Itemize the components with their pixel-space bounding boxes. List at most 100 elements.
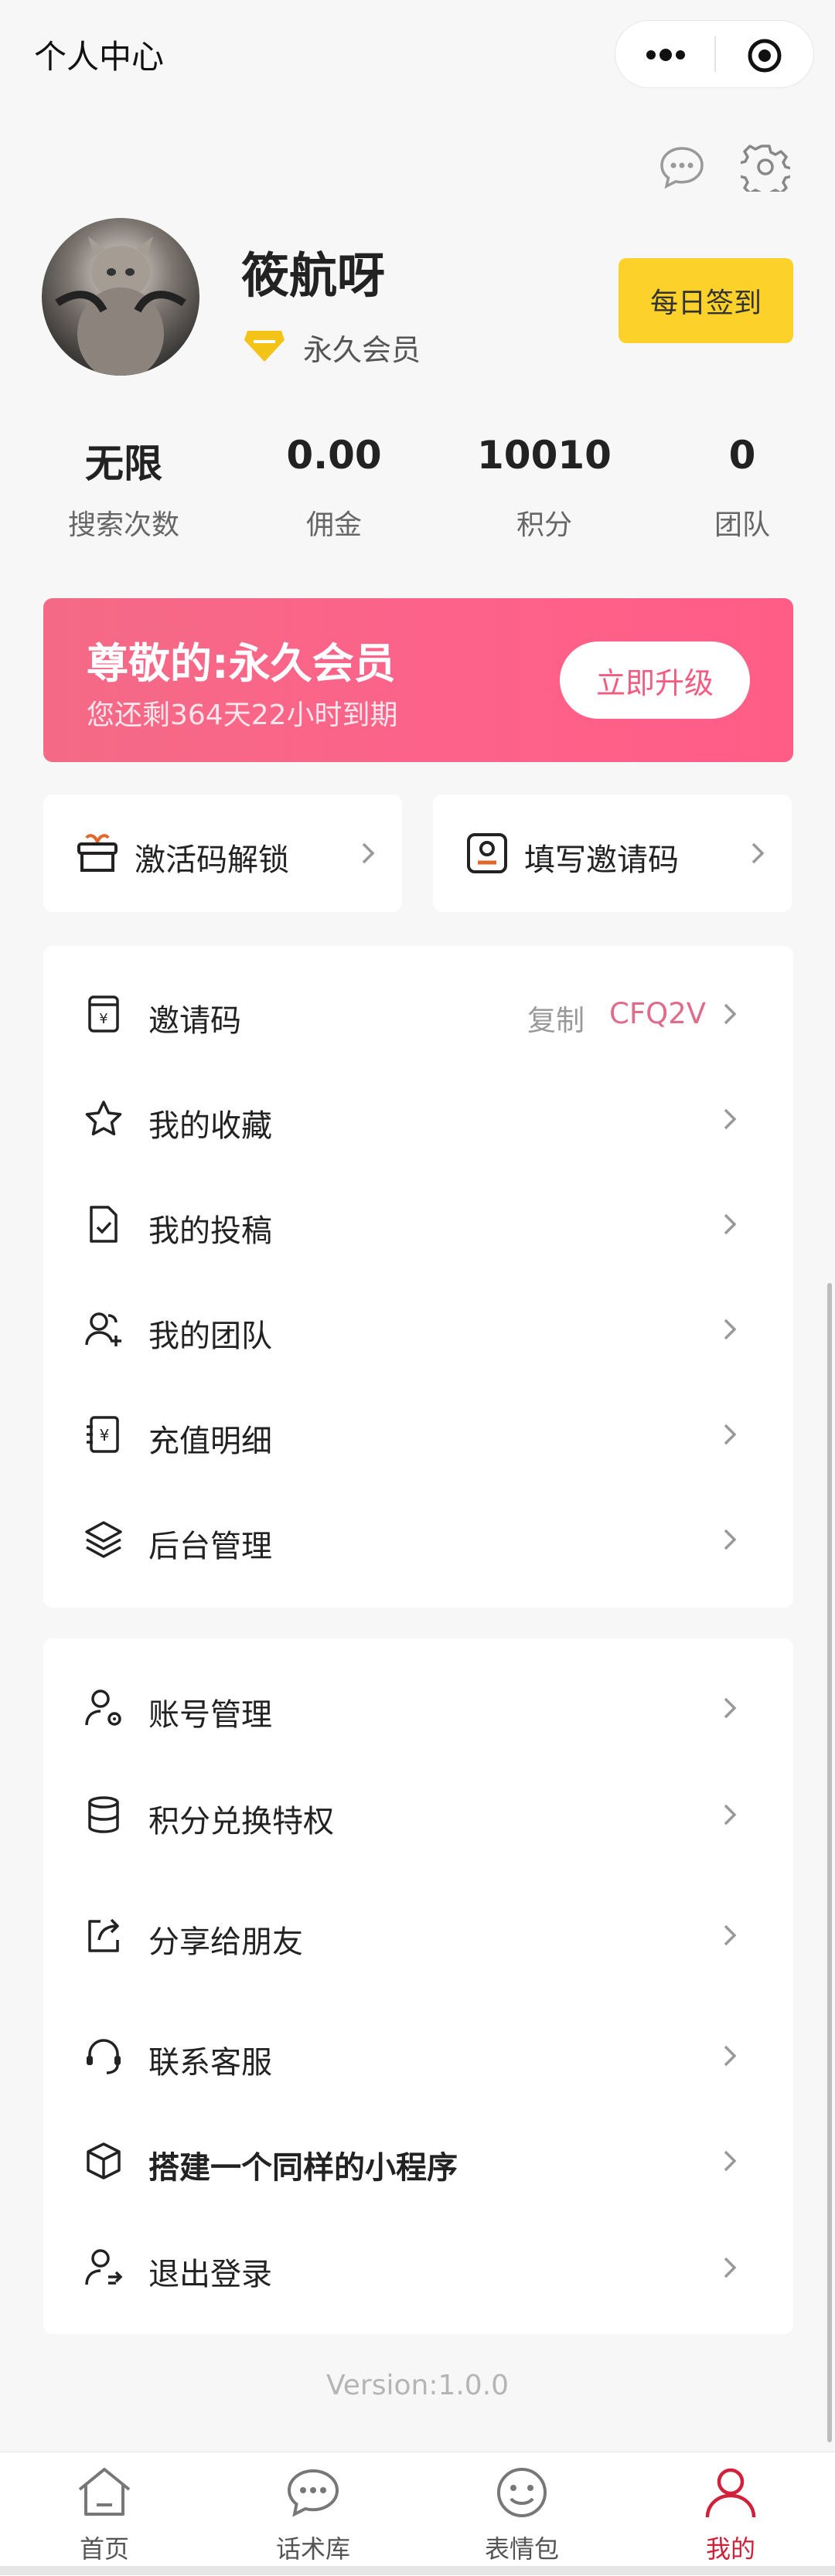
version-text: Version:1.0.0 bbox=[325, 2370, 510, 2401]
invite-code-input-card[interactable]: 填写邀请码 bbox=[433, 795, 792, 912]
chevron-right-icon bbox=[716, 2042, 744, 2070]
copy-button[interactable]: 复制 bbox=[527, 997, 584, 1039]
star-icon bbox=[82, 1097, 125, 1141]
document-check-icon bbox=[82, 1203, 125, 1246]
tab-mine[interactable]: 我的 bbox=[626, 2452, 835, 2576]
menu-item-submissions[interactable]: 我的投稿 bbox=[43, 1178, 793, 1271]
vip-title: 尊敬的:永久会员 bbox=[87, 639, 396, 688]
message-icon[interactable] bbox=[657, 142, 707, 192]
tab-label: 话术库 bbox=[275, 2534, 350, 2564]
menu-group-primary: ¥ 邀请码 复制 CFQ2V 我的收藏 我的投稿 我的团队 ¥ 充值明细 后台管… bbox=[43, 946, 793, 1608]
page-title: 个人中心 bbox=[34, 38, 165, 76]
tab-home[interactable]: 首页 bbox=[0, 2452, 209, 2576]
smile-icon bbox=[491, 2462, 553, 2523]
menu-item-label: 后台管理 bbox=[148, 1529, 272, 1564]
menu-item-label: 我的投稿 bbox=[148, 1213, 272, 1249]
invite-code-value: CFQ2V bbox=[609, 997, 707, 1030]
username: 筱航呀 bbox=[241, 247, 386, 304]
chevron-right-icon bbox=[716, 1105, 744, 1133]
stat-team-label: 团队 bbox=[714, 509, 770, 541]
chevron-right-icon bbox=[716, 1000, 744, 1028]
chevron-right-icon bbox=[353, 838, 383, 869]
svg-text:¥: ¥ bbox=[100, 1426, 110, 1445]
tab-label: 我的 bbox=[705, 2534, 755, 2564]
stat-commission-label: 佣金 bbox=[305, 509, 362, 541]
profile-icon bbox=[700, 2462, 762, 2523]
stat-points-label: 积分 bbox=[516, 509, 572, 541]
menu-item-customer-service[interactable]: 联系客服 bbox=[43, 2009, 793, 2102]
menu-item-share[interactable]: 分享给朋友 bbox=[43, 1889, 793, 1982]
close-mini-program-icon[interactable] bbox=[745, 36, 784, 75]
activation-code-label: 激活码解锁 bbox=[135, 842, 289, 878]
menu-item-points-exchange[interactable]: 积分兑换特权 bbox=[43, 1768, 793, 1861]
tab-script-library[interactable]: 话术库 bbox=[209, 2452, 418, 2576]
share-icon bbox=[82, 1914, 125, 1957]
chevron-right-icon bbox=[716, 1921, 744, 1949]
chevron-right-icon bbox=[716, 1210, 744, 1238]
chevron-right-icon bbox=[716, 2254, 744, 2282]
user-card-icon bbox=[464, 830, 510, 876]
tab-label: 表情包 bbox=[484, 2534, 559, 2564]
chevron-right-icon bbox=[716, 1526, 744, 1553]
stat-team-value[interactable]: 0 bbox=[657, 433, 827, 478]
chevron-right-icon bbox=[716, 1694, 744, 1722]
headset-icon bbox=[82, 2034, 125, 2077]
stat-search-count-value: 无限 bbox=[85, 441, 162, 486]
menu-item-label: 分享给朋友 bbox=[148, 1924, 303, 1960]
chat-icon bbox=[282, 2462, 344, 2523]
menu-item-account[interactable]: 账号管理 bbox=[43, 1662, 793, 1754]
home-indicator-bar bbox=[0, 2566, 835, 2575]
navigation-bar: 个人中心 bbox=[0, 0, 835, 102]
invite-code-icon: ¥ bbox=[82, 992, 125, 1036]
settings-gear-icon[interactable] bbox=[738, 142, 793, 200]
activation-code-card[interactable]: 激活码解锁 bbox=[43, 795, 402, 912]
menu-item-invite-code[interactable]: ¥ 邀请码 复制 CFQ2V bbox=[43, 968, 793, 1060]
menu-item-favorites[interactable]: 我的收藏 bbox=[43, 1073, 793, 1165]
team-icon bbox=[82, 1308, 125, 1351]
chevron-right-icon bbox=[716, 1315, 744, 1343]
menu-item-recharge-details[interactable]: ¥ 充值明细 bbox=[43, 1388, 793, 1481]
recharge-icon: ¥ bbox=[82, 1413, 125, 1456]
menu-item-build-miniprogram[interactable]: 搭建一个同样的小程序 bbox=[43, 2115, 793, 2207]
scrollbar[interactable] bbox=[827, 1283, 832, 2442]
user-settings-icon bbox=[82, 1686, 125, 1730]
more-options-icon[interactable] bbox=[639, 38, 693, 72]
menu-item-logout[interactable]: 退出登录 bbox=[43, 2221, 793, 2314]
vip-diamond-icon bbox=[243, 325, 286, 365]
stat-commission-value[interactable]: 0.00 bbox=[249, 433, 419, 478]
menu-item-label: 账号管理 bbox=[148, 1697, 272, 1733]
upgrade-button[interactable]: 立即升级 bbox=[560, 641, 750, 719]
stat-points-value[interactable]: 10010 bbox=[459, 433, 629, 478]
avatar[interactable] bbox=[42, 218, 199, 376]
gift-box-icon bbox=[74, 830, 121, 876]
database-icon bbox=[82, 1793, 125, 1836]
menu-item-label: 退出登录 bbox=[148, 2257, 272, 2292]
membership-level: 永久会员 bbox=[303, 333, 421, 367]
menu-item-label: 积分兑换特权 bbox=[148, 1804, 334, 1839]
tab-bar: 首页 话术库 表情包 我的 bbox=[0, 2452, 835, 2576]
menu-item-label: 联系客服 bbox=[148, 2045, 272, 2081]
chevron-right-icon bbox=[716, 1801, 744, 1829]
chevron-right-icon bbox=[716, 1421, 744, 1448]
layers-icon bbox=[82, 1518, 125, 1561]
vip-expiry-text: 您还剩364天22小时到期 bbox=[87, 699, 398, 731]
menu-item-admin[interactable]: 后台管理 bbox=[43, 1493, 793, 1586]
tab-stickers[interactable]: 表情包 bbox=[418, 2452, 626, 2576]
capsule-divider bbox=[714, 36, 716, 72]
chevron-right-icon bbox=[716, 2147, 744, 2175]
menu-item-team[interactable]: 我的团队 bbox=[43, 1283, 793, 1376]
vip-banner: 尊敬的:永久会员 您还剩364天22小时到期 立即升级 bbox=[43, 598, 793, 762]
menu-group-secondary: 账号管理 积分兑换特权 分享给朋友 联系客服 搭建一个同样的小程序 退出登录 bbox=[43, 1638, 793, 2334]
menu-item-label: 充值明细 bbox=[148, 1424, 272, 1459]
menu-item-label: 搭建一个同样的小程序 bbox=[148, 2150, 458, 2186]
menu-item-label: 我的收藏 bbox=[148, 1108, 272, 1144]
invite-code-input-label: 填写邀请码 bbox=[524, 842, 679, 878]
cube-icon bbox=[82, 2139, 125, 2183]
daily-checkin-button[interactable]: 每日签到 bbox=[619, 258, 793, 343]
mini-program-capsule bbox=[615, 20, 814, 88]
menu-item-label: 我的团队 bbox=[148, 1319, 272, 1354]
chevron-right-icon bbox=[742, 838, 773, 869]
svg-text:¥: ¥ bbox=[99, 1011, 107, 1027]
home-icon bbox=[73, 2462, 135, 2523]
tab-label: 首页 bbox=[79, 2534, 129, 2564]
